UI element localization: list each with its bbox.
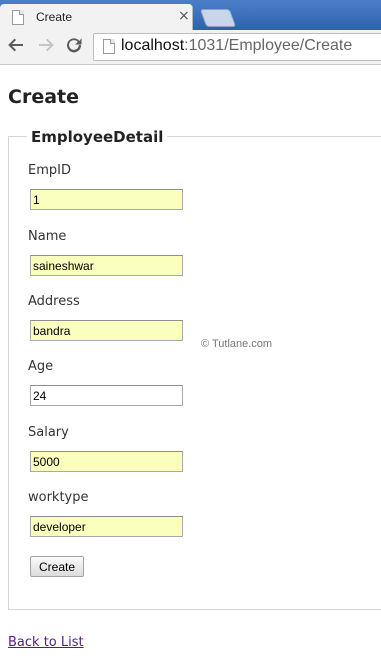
worktype-input[interactable] [30,516,183,537]
reload-icon[interactable] [62,35,86,59]
age-label: Age [28,359,54,374]
empid-label: EmpID [28,163,71,178]
url-host: localhost [121,37,185,54]
name-label: Name [28,229,67,244]
browser-toolbar: localhost:1031/Employee/Create [0,30,381,65]
forward-arrow-icon[interactable] [34,35,58,59]
page-title: Create [8,86,79,108]
salary-label: Salary [28,425,69,440]
url-path: :1031/Employee/Create [184,37,353,54]
browser-tab-bar: Create × [0,0,381,30]
fieldset-legend: EmployeeDetail [27,128,168,146]
back-arrow-icon[interactable] [4,35,28,59]
back-to-list-link[interactable]: Back to List [8,635,84,650]
close-icon[interactable]: × [178,8,190,24]
create-button[interactable]: Create [30,556,84,577]
address-input[interactable] [30,320,183,341]
age-input[interactable] [30,385,183,406]
url-text[interactable]: localhost:1031/Employee/Create [121,37,352,55]
address-label: Address [28,294,80,309]
worktype-label: worktype [28,490,89,505]
browser-tab[interactable]: Create × [0,4,193,30]
address-bar[interactable]: localhost:1031/Employee/Create [93,33,381,61]
watermark-text: © Tutlane.com [201,338,273,350]
tab-title: Create [36,10,73,24]
new-tab-button[interactable] [199,9,237,27]
empid-input[interactable] [30,189,183,210]
page-icon [12,10,24,25]
name-input[interactable] [30,255,183,276]
page-icon [103,39,115,54]
salary-input[interactable] [30,451,183,472]
